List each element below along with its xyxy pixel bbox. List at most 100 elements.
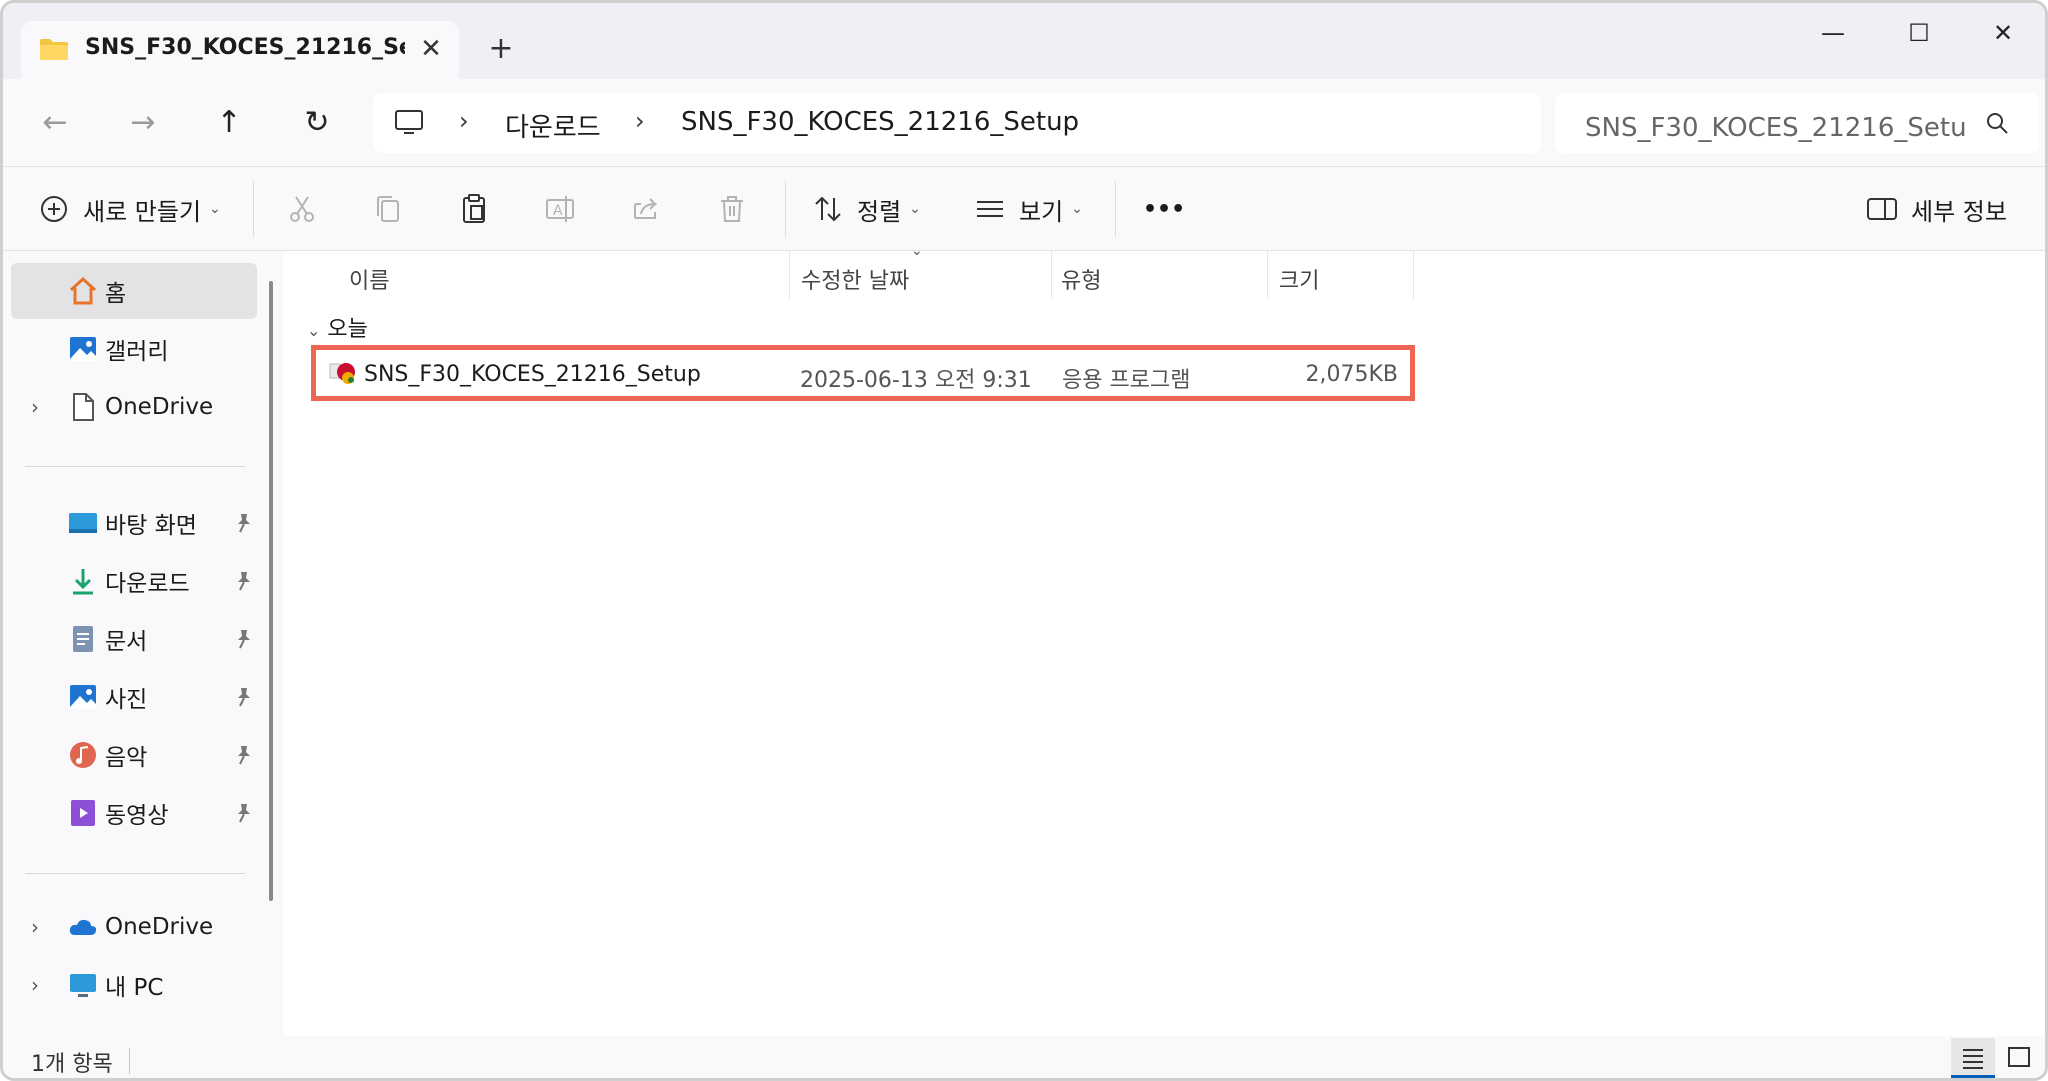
pin-icon[interactable]: [233, 744, 255, 766]
address-row: ← → ↑ ↻ › 다운로드 › SNS_F30_KOCES_21216_Set…: [3, 79, 2045, 167]
sidebar-item-onedrive[interactable]: › OneDrive: [11, 899, 257, 955]
folder-icon: [40, 39, 68, 60]
chevron-down-icon: ⌄: [909, 201, 921, 217]
file-modified: 2025-06-13 오전 9:31: [800, 368, 1032, 393]
file-row[interactable]: SNS_F30_KOCES_21216_Setup 2025-06-13 오전 …: [311, 345, 1415, 401]
sidebar-item-onedrive-personal[interactable]: › OneDrive: [11, 379, 257, 435]
divider: [253, 181, 254, 237]
chevron-right-icon[interactable]: ›: [31, 915, 39, 939]
sidebar-label: 동영상: [105, 803, 169, 829]
divider: [785, 181, 786, 237]
chevron-right-icon[interactable]: ›: [31, 973, 39, 997]
sidebar-item-videos[interactable]: 동영상: [11, 785, 257, 841]
copy-button[interactable]: [371, 187, 405, 231]
rename-button[interactable]: A: [543, 187, 577, 231]
breadcrumb-downloads[interactable]: 다운로드: [505, 107, 601, 144]
tab-active[interactable]: SNS_F30_KOCES_21216_Setup ✕: [21, 21, 459, 79]
pin-icon[interactable]: [233, 628, 255, 650]
group-header-today[interactable]: ⌄ 오늘: [307, 311, 368, 343]
sidebar-item-desktop[interactable]: 바탕 화면: [11, 495, 257, 551]
sidebar-scrollbar[interactable]: [269, 281, 273, 901]
view-list-icon: [977, 201, 1003, 217]
column-header-name[interactable]: 이름: [349, 259, 389, 305]
details-pane-icon: [1867, 198, 1897, 220]
paste-button[interactable]: [457, 187, 491, 231]
chevron-down-icon: ⌄: [1071, 201, 1083, 217]
pin-icon[interactable]: [233, 802, 255, 824]
new-tab-button[interactable]: +: [481, 29, 521, 69]
minimize-button[interactable]: —: [1803, 13, 1863, 53]
details-pane-button[interactable]: 세부 정보: [1865, 187, 2007, 231]
share-button[interactable]: [629, 187, 663, 231]
column-divider[interactable]: [789, 251, 790, 299]
sidebar-label: 문서: [105, 629, 148, 655]
sidebar-item-this-pc[interactable]: › 내 PC: [11, 957, 257, 1013]
breadcrumb-current-folder[interactable]: SNS_F30_KOCES_21216_Setup: [681, 107, 1079, 137]
sort-icon: [815, 196, 841, 222]
column-header-size[interactable]: 크기: [1279, 259, 1319, 305]
title-bar: SNS_F30_KOCES_21216_Setup ✕ + — ☐ ✕: [3, 3, 2045, 79]
tiles-view-icon: [2008, 1047, 2030, 1067]
tab-title: SNS_F30_KOCES_21216_Setup: [85, 35, 405, 60]
tab-close-button[interactable]: ✕: [411, 29, 451, 69]
breadcrumb[interactable]: › 다운로드 › SNS_F30_KOCES_21216_Setup: [373, 93, 1541, 153]
file-explorer-window: SNS_F30_KOCES_21216_Setup ✕ + — ☐ ✕ ← → …: [0, 0, 2048, 1081]
divider: [129, 1048, 130, 1074]
scissors-icon: [290, 196, 314, 222]
download-icon: [73, 569, 93, 595]
column-header-type[interactable]: 유형: [1061, 259, 1101, 305]
sidebar-item-gallery[interactable]: 갤러리: [11, 321, 257, 377]
column-divider[interactable]: [1267, 251, 1268, 299]
sidebar-item-pictures[interactable]: 사진: [11, 669, 257, 725]
view-button[interactable]: 보기 ⌄: [973, 187, 1083, 231]
details-label: 세부 정보: [1911, 197, 2007, 226]
copy-icon: [377, 196, 399, 222]
document-icon: [73, 626, 93, 652]
maximize-button[interactable]: ☐: [1889, 13, 1949, 53]
divider: [25, 466, 245, 467]
trash-icon: [721, 196, 743, 222]
sidebar-label: 갤러리: [105, 339, 169, 365]
file-type: 응용 프로그램: [1062, 368, 1191, 393]
file-list: 이름 수정한 날짜 ⌄ 유형 크기 ⌄ 오늘 SNS_F30_KOCES_212…: [283, 243, 2045, 1036]
tiles-view-button[interactable]: [1997, 1038, 2041, 1078]
sidebar-item-home[interactable]: 홈: [11, 263, 257, 319]
search-icon: [1987, 113, 2008, 134]
sidebar-item-music[interactable]: 음악: [11, 727, 257, 783]
search-input[interactable]: SNS_F30_KOCES_21216_Setup 검색: [1585, 107, 1965, 144]
status-bar: 1개 항목: [3, 1036, 2045, 1078]
forward-button[interactable]: →: [121, 101, 165, 145]
sidebar-item-documents[interactable]: 문서: [11, 611, 257, 667]
share-icon: [634, 198, 658, 219]
sidebar-label: 바탕 화면: [105, 513, 197, 539]
pin-icon[interactable]: [233, 512, 255, 534]
search-box[interactable]: SNS_F30_KOCES_21216_Setup 검색: [1555, 93, 2039, 153]
more-options-button[interactable]: •••: [1143, 187, 1185, 231]
cut-button[interactable]: [285, 187, 319, 231]
pin-icon[interactable]: [233, 570, 255, 592]
sort-indicator-icon: ⌄: [911, 243, 923, 259]
up-button[interactable]: ↑: [207, 101, 251, 145]
delete-button[interactable]: [715, 187, 749, 231]
pin-icon[interactable]: [233, 686, 255, 708]
sidebar-label: 다운로드: [105, 571, 190, 597]
chevron-right-icon[interactable]: ›: [31, 395, 39, 419]
sidebar-item-downloads[interactable]: 다운로드: [11, 553, 257, 609]
chevron-down-icon: ⌄: [307, 321, 321, 340]
refresh-button[interactable]: ↻: [295, 101, 339, 145]
details-view-icon: [1963, 1049, 1983, 1069]
back-button[interactable]: ←: [33, 101, 77, 145]
divider: [25, 873, 245, 874]
sidebar-label: OneDrive: [105, 914, 214, 940]
group-label: 오늘: [327, 317, 368, 342]
divider: [1115, 181, 1116, 237]
close-window-button[interactable]: ✕: [1973, 13, 2033, 53]
column-divider[interactable]: [1051, 251, 1052, 299]
home-icon: [69, 276, 97, 305]
sort-button[interactable]: 정렬 ⌄: [811, 187, 921, 231]
new-button[interactable]: 새로 만들기 ⌄: [37, 187, 221, 231]
column-divider[interactable]: [1413, 251, 1414, 299]
details-view-button[interactable]: [1951, 1038, 1995, 1078]
file-name: SNS_F30_KOCES_21216_Setup: [364, 362, 701, 387]
column-header-modified[interactable]: 수정한 날짜: [801, 259, 909, 305]
